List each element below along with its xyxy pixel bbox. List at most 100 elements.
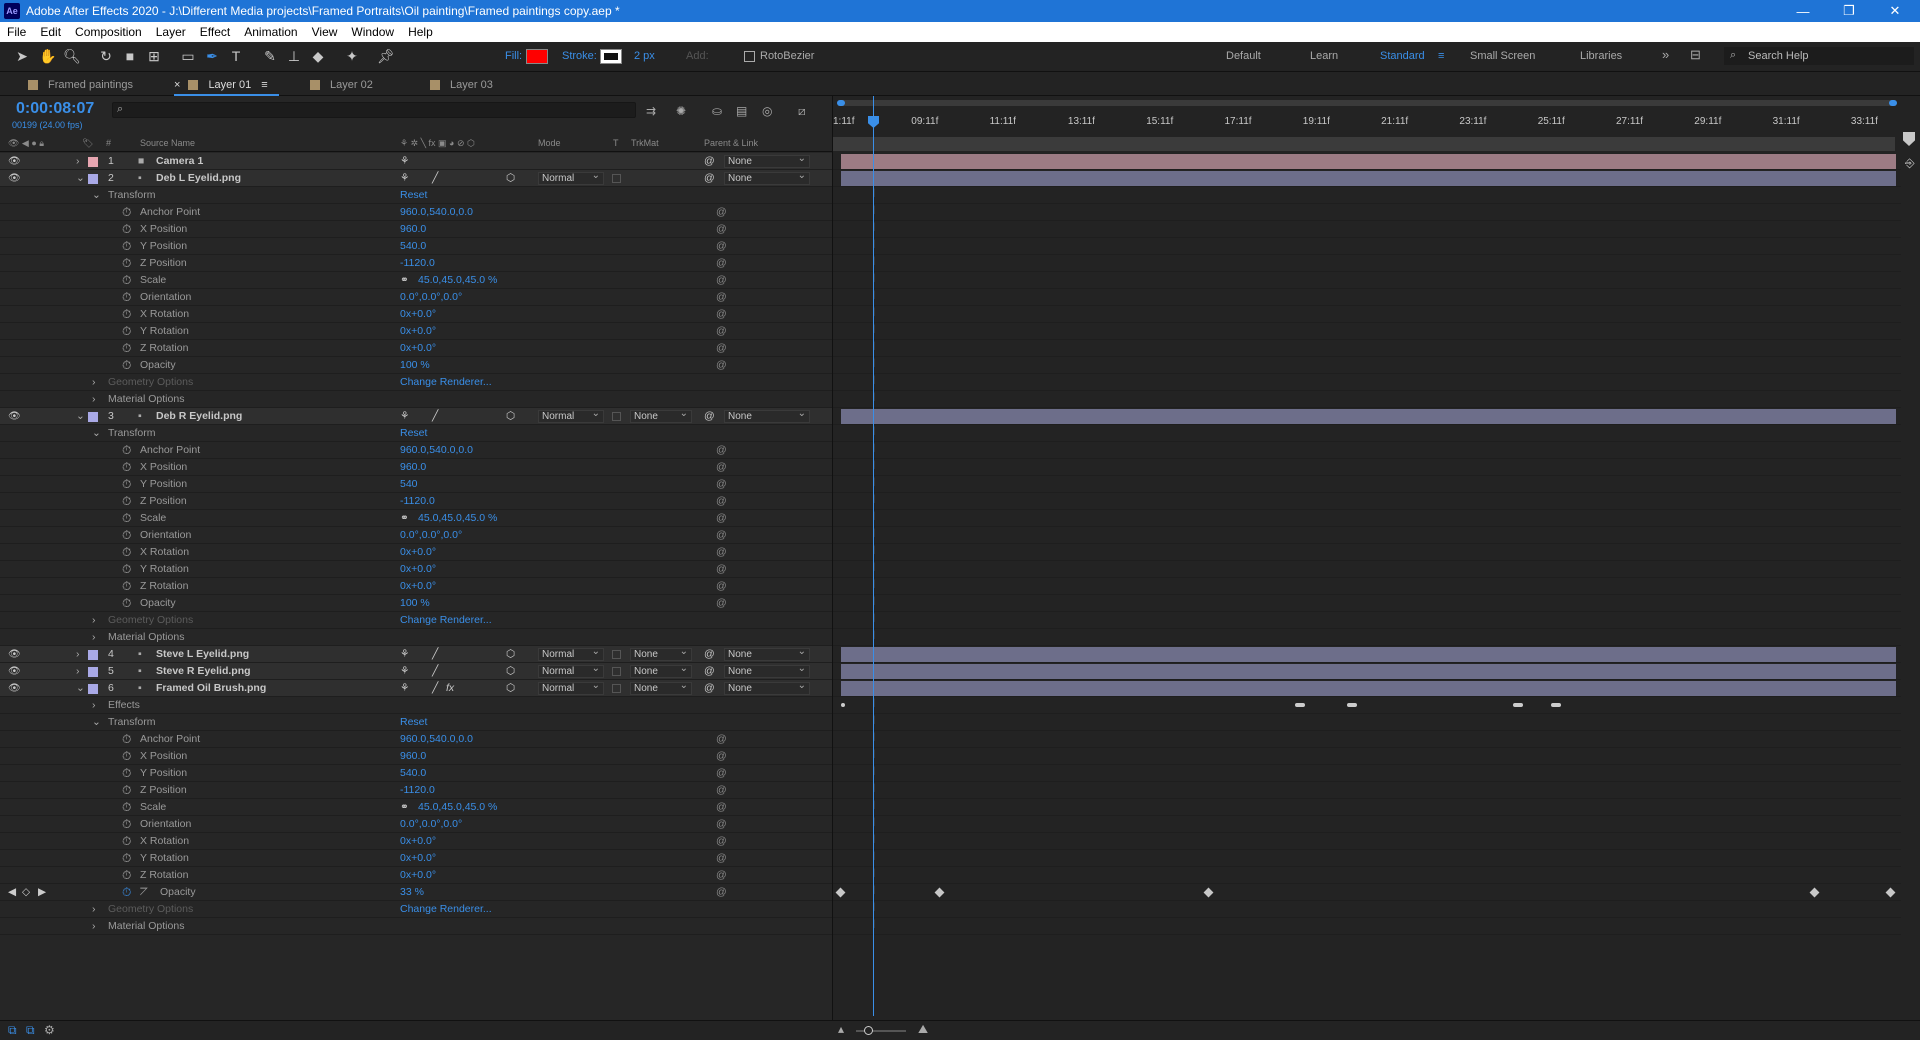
stopwatch-icon[interactable]: ⏱︎ xyxy=(122,221,131,238)
expression-pick-whip-icon[interactable]: @ xyxy=(716,255,727,272)
menu-animation[interactable]: Animation xyxy=(237,25,304,39)
layer-name[interactable]: Camera 1 xyxy=(156,153,203,170)
property-row[interactable]: ⏱︎ X Rotation 0x+0.0° @ xyxy=(0,544,832,561)
work-area-bar[interactable] xyxy=(837,100,1897,106)
3d-layer-switch-icon[interactable]: ⬡ xyxy=(506,408,515,425)
expression-pick-whip-icon[interactable]: @ xyxy=(716,221,727,238)
property-row[interactable]: ⏱︎ Y Rotation 0x+0.0° @ xyxy=(0,850,832,867)
twirl-open-icon[interactable]: ⌄ xyxy=(76,170,85,187)
expression-pick-whip-icon[interactable]: @ xyxy=(716,289,727,306)
layer-duration-bar[interactable] xyxy=(841,154,1896,169)
track-matte-dropdown[interactable]: None xyxy=(630,663,692,678)
stopwatch-icon[interactable]: ⏱︎ xyxy=(122,731,131,748)
property-group-name[interactable]: Geometry Options xyxy=(108,374,193,391)
property-group-name[interactable]: Material Options xyxy=(108,629,184,646)
expression-pick-whip-icon[interactable]: @ xyxy=(716,850,727,867)
menu-edit[interactable]: Edit xyxy=(33,25,68,39)
preserve-transparency-toggle[interactable] xyxy=(612,650,621,659)
twirl-closed-icon[interactable]: › xyxy=(76,153,80,170)
property-group-row[interactable]: › Geometry Options Change Renderer... xyxy=(0,901,832,918)
layer-label-swatch[interactable] xyxy=(88,157,98,167)
property-row[interactable]: ⏱︎ Scale ⚭ 45.0,45.0,45.0 % @ xyxy=(0,799,832,816)
property-value[interactable]: 0.0°,0.0°,0.0° xyxy=(400,527,462,544)
track-matte-dropdown[interactable]: None xyxy=(630,408,692,423)
next-keyframe-icon[interactable]: ▶ xyxy=(38,884,46,901)
expression-pick-whip-icon[interactable]: @ xyxy=(716,272,727,289)
stopwatch-icon[interactable]: ⏱︎ xyxy=(122,238,131,255)
pick-whip-icon[interactable]: @ xyxy=(704,680,715,697)
stopwatch-icon[interactable]: ⏱︎ xyxy=(122,833,131,850)
layer-duration-bar[interactable] xyxy=(841,409,1896,424)
layer-row[interactable]: 👁︎ ⌄ 3 ▪ Deb R Eyelid.png ⚘ ╱ ⬡ Normal None @ None xyxy=(0,408,832,425)
hand-tool-icon[interactable]: ✋ xyxy=(38,46,58,66)
blend-mode-dropdown[interactable]: Normal xyxy=(538,663,604,678)
property-group-name[interactable]: Transform xyxy=(108,714,155,731)
property-group-row[interactable]: › Material Options xyxy=(0,391,832,408)
stopwatch-icon[interactable]: ⏱︎ xyxy=(122,493,131,510)
stopwatch-icon[interactable]: ⏱︎ xyxy=(122,578,131,595)
motion-blur-icon[interactable]: ◎ xyxy=(762,104,772,118)
property-value[interactable]: 0.0°,0.0°,0.0° xyxy=(400,816,462,833)
layer-duration-bar[interactable] xyxy=(841,647,1896,662)
property-value[interactable]: 0x+0.0° xyxy=(400,867,436,884)
property-row[interactable]: ⏱︎ Z Position -1120.0 @ xyxy=(0,782,832,799)
property-group-name[interactable]: Effects xyxy=(108,697,140,714)
layer-row[interactable]: 👁︎ › 1 ■ Camera 1 ⚘ @ None xyxy=(0,153,832,170)
3d-layer-switch-icon[interactable]: ⬡ xyxy=(506,646,515,663)
property-group-action[interactable]: Change Renderer... xyxy=(400,374,492,391)
rectangle-tool-icon[interactable]: ▭ xyxy=(178,46,198,66)
stopwatch-icon[interactable]: ⏱︎ xyxy=(122,595,131,612)
stroke-swatch[interactable] xyxy=(600,49,622,64)
opacity-keyframe[interactable] xyxy=(1809,887,1820,898)
transfer-controls-toggle-icon[interactable]: ⧉ xyxy=(26,1023,35,1038)
property-value[interactable]: 0x+0.0° xyxy=(400,850,436,867)
stopwatch-icon[interactable]: ⏱︎ xyxy=(122,850,131,867)
current-time-display[interactable]: 0:00:08:07 xyxy=(16,100,94,118)
frame-blending-icon[interactable]: ▤ xyxy=(736,104,747,118)
expression-pick-whip-icon[interactable]: @ xyxy=(716,561,727,578)
work-area-range[interactable] xyxy=(833,137,1895,151)
expression-pick-whip-icon[interactable]: @ xyxy=(716,816,727,833)
constrain-proportions-icon[interactable]: ⚭ xyxy=(400,510,409,527)
current-time-indicator[interactable] xyxy=(873,96,874,1016)
workspace-small-screen[interactable]: Small Screen xyxy=(1470,50,1535,62)
layer-name[interactable]: Framed Oil Brush.png xyxy=(156,680,266,697)
maximize-button[interactable]: ❐ xyxy=(1826,0,1872,22)
property-value[interactable]: 0.0°,0.0°,0.0° xyxy=(400,289,462,306)
property-group-name[interactable]: Geometry Options xyxy=(108,612,193,629)
layer-name[interactable]: Deb R Eyelid.png xyxy=(156,408,242,425)
stopwatch-icon[interactable]: ⏱︎ xyxy=(122,527,131,544)
shy-layers-icon[interactable]: ⛀ xyxy=(712,104,722,118)
workspace-default[interactable]: Default xyxy=(1226,50,1261,62)
stopwatch-icon[interactable]: ⏱︎ xyxy=(122,255,131,272)
property-row[interactable]: ⏱︎ X Rotation 0x+0.0° @ xyxy=(0,306,832,323)
menu-window[interactable]: Window xyxy=(344,25,401,39)
shy-switch-icon[interactable]: ⚘ xyxy=(400,646,409,663)
quality-switch-icon[interactable]: ╱ xyxy=(432,663,438,680)
property-value[interactable]: -1120.0 xyxy=(400,782,435,799)
stopwatch-icon[interactable]: ⏱︎ xyxy=(122,867,131,884)
twirl-closed-icon[interactable]: › xyxy=(92,697,96,714)
effect-keyframe[interactable] xyxy=(1551,703,1561,707)
twirl-open-icon[interactable]: ⌄ xyxy=(92,187,101,204)
expression-pick-whip-icon[interactable]: @ xyxy=(716,459,727,476)
effect-keyframe[interactable] xyxy=(1513,703,1523,707)
workspace-libraries[interactable]: Libraries xyxy=(1580,50,1622,62)
expression-pick-whip-icon[interactable]: @ xyxy=(716,493,727,510)
twirl-open-icon[interactable]: ⌄ xyxy=(92,425,101,442)
property-group-name[interactable]: Material Options xyxy=(108,391,184,408)
twirl-open-icon[interactable]: ⌄ xyxy=(92,714,101,731)
pan-behind-tool-icon[interactable]: ⊞ xyxy=(144,46,164,66)
draft-3d-icon[interactable]: ✺ xyxy=(676,104,686,118)
pick-whip-icon[interactable]: @ xyxy=(704,153,715,170)
property-value[interactable]: 45.0,45.0,45.0 % xyxy=(418,272,497,289)
stopwatch-icon[interactable]: ⏱︎ xyxy=(122,272,131,289)
effect-switch-icon[interactable]: fx xyxy=(446,680,454,697)
shy-switch-icon[interactable]: ⚘ xyxy=(400,680,409,697)
property-row[interactable]: ⏱︎ Y Position 540.0 @ xyxy=(0,238,832,255)
zoom-out-icon[interactable]: ▴ xyxy=(838,1022,844,1036)
layer-row[interactable]: 👁︎ › 4 ▪ Steve L Eyelid.png ⚘ ╱ ⬡ Normal None @ Non… xyxy=(0,646,832,663)
expression-pick-whip-icon[interactable]: @ xyxy=(716,442,727,459)
pen-tool-icon[interactable]: ✒ xyxy=(202,46,222,66)
layer-label-swatch[interactable] xyxy=(88,174,98,184)
